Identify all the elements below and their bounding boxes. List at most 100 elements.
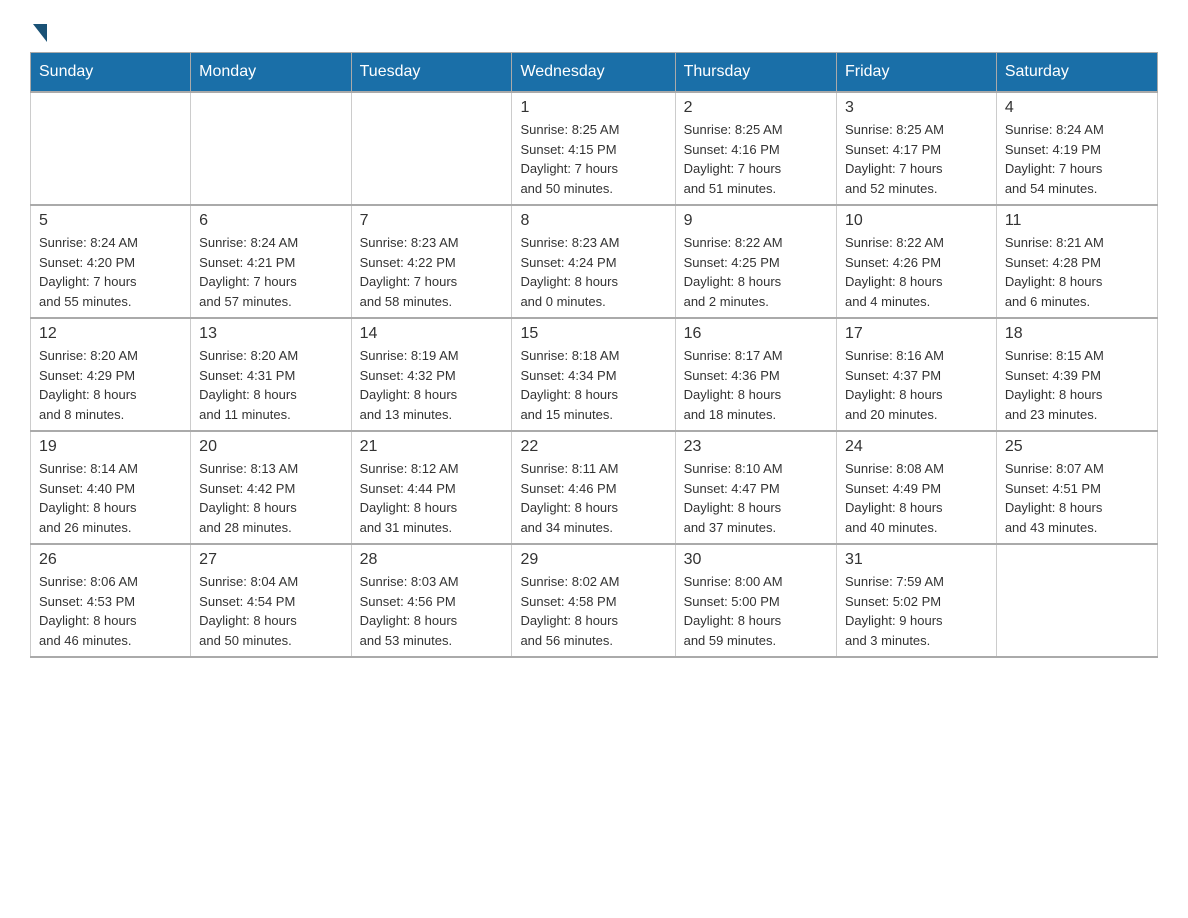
day-info: Sunrise: 8:25 AMSunset: 4:15 PMDaylight:…: [520, 120, 666, 198]
page-header: [30, 20, 1158, 42]
day-number: 26: [39, 551, 182, 569]
day-info: Sunrise: 8:22 AMSunset: 4:25 PMDaylight:…: [684, 233, 828, 311]
calendar-cell: 22Sunrise: 8:11 AMSunset: 4:46 PMDayligh…: [512, 431, 675, 544]
calendar-cell: 24 Sunrise: 8:08 AMSunset: 4:49 PMDayligh…: [837, 431, 997, 544]
calendar-week-row: 26 Sunrise: 8:06 AMSunset: 4:53 PMDayligh…: [31, 544, 1158, 657]
day-number: 22: [520, 438, 666, 456]
day-number: 16: [684, 325, 828, 343]
calendar-cell: 1 Sunrise: 8:25 AMSunset: 4:15 PMDaylight…: [512, 92, 675, 205]
calendar-cell: 5 Sunrise: 8:24 AMSunset: 4:20 PMDaylight…: [31, 205, 191, 318]
day-number: 13: [199, 325, 342, 343]
logo: [30, 20, 47, 42]
day-number: 14: [360, 325, 504, 343]
calendar-cell: 21 Sunrise: 8:12 AMSunset: 4:44 PMDayligh…: [351, 431, 512, 544]
day-number: 24: [845, 438, 988, 456]
calendar-cell: 3 Sunrise: 8:25 AMSunset: 4:17 PMDaylight…: [837, 92, 997, 205]
calendar-week-row: 12 Sunrise: 8:20 AMSunset: 4:29 PMDayligh…: [31, 318, 1158, 431]
calendar-week-row: 19 Sunrise: 8:14 AMSunset: 4:40 PMDayligh…: [31, 431, 1158, 544]
calendar-cell: 12 Sunrise: 8:20 AMSunset: 4:29 PMDayligh…: [31, 318, 191, 431]
calendar-table: SundayMondayTuesdayWednesdayThursdayFrid…: [30, 52, 1158, 658]
calendar-week-row: 5 Sunrise: 8:24 AMSunset: 4:20 PMDaylight…: [31, 205, 1158, 318]
weekday-header-sunday: Sunday: [31, 53, 191, 93]
day-number: 25: [1005, 438, 1149, 456]
calendar-cell: 14 Sunrise: 8:19 AMSunset: 4:32 PMDayligh…: [351, 318, 512, 431]
day-info: Sunrise: 8:07 AMSunset: 4:51 PMDaylight:…: [1005, 459, 1149, 537]
day-number: 11: [1005, 212, 1149, 230]
day-number: 28: [360, 551, 504, 569]
day-info: Sunrise: 8:23 AMSunset: 4:24 PMDaylight:…: [520, 233, 666, 311]
day-number: 31: [845, 551, 988, 569]
day-info: Sunrise: 8:24 AMSunset: 4:19 PMDaylight:…: [1005, 120, 1149, 198]
day-number: 21: [360, 438, 504, 456]
weekday-header-friday: Friday: [837, 53, 997, 93]
day-number: 17: [845, 325, 988, 343]
day-number: 15: [520, 325, 666, 343]
day-number: 5: [39, 212, 182, 230]
day-info: Sunrise: 8:03 AMSunset: 4:56 PMDaylight:…: [360, 572, 504, 650]
day-info: Sunrise: 8:13 AMSunset: 4:42 PMDaylight:…: [199, 459, 342, 537]
calendar-cell: 18 Sunrise: 8:15 AMSunset: 4:39 PMDayligh…: [996, 318, 1157, 431]
weekday-header-monday: Monday: [191, 53, 351, 93]
day-info: Sunrise: 8:02 AMSunset: 4:58 PMDaylight:…: [520, 572, 666, 650]
day-info: Sunrise: 8:14 AMSunset: 4:40 PMDaylight:…: [39, 459, 182, 537]
day-number: 2: [684, 99, 828, 117]
calendar-cell: 8 Sunrise: 8:23 AMSunset: 4:24 PMDaylight…: [512, 205, 675, 318]
day-info: Sunrise: 8:04 AMSunset: 4:54 PMDaylight:…: [199, 572, 342, 650]
calendar-cell: [996, 544, 1157, 657]
day-info: Sunrise: 8:21 AMSunset: 4:28 PMDaylight:…: [1005, 233, 1149, 311]
day-number: 18: [1005, 325, 1149, 343]
day-number: 1: [520, 99, 666, 117]
day-info: Sunrise: 8:24 AMSunset: 4:20 PMDaylight:…: [39, 233, 182, 311]
day-number: 23: [684, 438, 828, 456]
day-number: 27: [199, 551, 342, 569]
day-info: Sunrise: 8:23 AMSunset: 4:22 PMDaylight:…: [360, 233, 504, 311]
calendar-cell: 19 Sunrise: 8:14 AMSunset: 4:40 PMDayligh…: [31, 431, 191, 544]
day-info: Sunrise: 7:59 AMSunset: 5:02 PMDaylight:…: [845, 572, 988, 650]
weekday-header-row: SundayMondayTuesdayWednesdayThursdayFrid…: [31, 53, 1158, 93]
day-info: Sunrise: 8:25 AMSunset: 4:16 PMDaylight:…: [684, 120, 828, 198]
day-number: 8: [520, 212, 666, 230]
day-number: 12: [39, 325, 182, 343]
day-info: Sunrise: 8:18 AMSunset: 4:34 PMDaylight:…: [520, 346, 666, 424]
day-number: 4: [1005, 99, 1149, 117]
day-info: Sunrise: 8:15 AMSunset: 4:39 PMDaylight:…: [1005, 346, 1149, 424]
day-info: Sunrise: 8:25 AMSunset: 4:17 PMDaylight:…: [845, 120, 988, 198]
calendar-cell: 7 Sunrise: 8:23 AMSunset: 4:22 PMDaylight…: [351, 205, 512, 318]
day-info: Sunrise: 8:24 AMSunset: 4:21 PMDaylight:…: [199, 233, 342, 311]
day-info: Sunrise: 8:20 AMSunset: 4:29 PMDaylight:…: [39, 346, 182, 424]
day-info: Sunrise: 8:12 AMSunset: 4:44 PMDaylight:…: [360, 459, 504, 537]
calendar-cell: 10Sunrise: 8:22 AMSunset: 4:26 PMDayligh…: [837, 205, 997, 318]
day-info: Sunrise: 8:17 AMSunset: 4:36 PMDaylight:…: [684, 346, 828, 424]
weekday-header-wednesday: Wednesday: [512, 53, 675, 93]
calendar-cell: 13 Sunrise: 8:20 AMSunset: 4:31 PMDayligh…: [191, 318, 351, 431]
day-info: Sunrise: 8:08 AMSunset: 4:49 PMDaylight:…: [845, 459, 988, 537]
calendar-cell: 31 Sunrise: 7:59 AMSunset: 5:02 PMDayligh…: [837, 544, 997, 657]
calendar-cell: [31, 92, 191, 205]
calendar-cell: 16 Sunrise: 8:17 AMSunset: 4:36 PMDayligh…: [675, 318, 836, 431]
day-number: 6: [199, 212, 342, 230]
day-number: 29: [520, 551, 666, 569]
calendar-cell: 15 Sunrise: 8:18 AMSunset: 4:34 PMDayligh…: [512, 318, 675, 431]
calendar-cell: 17 Sunrise: 8:16 AMSunset: 4:37 PMDayligh…: [837, 318, 997, 431]
calendar-cell: 6 Sunrise: 8:24 AMSunset: 4:21 PMDaylight…: [191, 205, 351, 318]
day-number: 10: [845, 212, 988, 230]
calendar-week-row: 1 Sunrise: 8:25 AMSunset: 4:15 PMDaylight…: [31, 92, 1158, 205]
day-info: Sunrise: 8:20 AMSunset: 4:31 PMDaylight:…: [199, 346, 342, 424]
day-number: 19: [39, 438, 182, 456]
day-info: Sunrise: 8:16 AMSunset: 4:37 PMDaylight:…: [845, 346, 988, 424]
day-number: 7: [360, 212, 504, 230]
calendar-cell: 9 Sunrise: 8:22 AMSunset: 4:25 PMDaylight…: [675, 205, 836, 318]
calendar-cell: 4 Sunrise: 8:24 AMSunset: 4:19 PMDaylight…: [996, 92, 1157, 205]
calendar-cell: 25 Sunrise: 8:07 AMSunset: 4:51 PMDayligh…: [996, 431, 1157, 544]
calendar-cell: [191, 92, 351, 205]
day-info: Sunrise: 8:10 AMSunset: 4:47 PMDaylight:…: [684, 459, 828, 537]
day-info: Sunrise: 8:06 AMSunset: 4:53 PMDaylight:…: [39, 572, 182, 650]
day-info: Sunrise: 8:19 AMSunset: 4:32 PMDaylight:…: [360, 346, 504, 424]
day-number: 9: [684, 212, 828, 230]
calendar-cell: 29 Sunrise: 8:02 AMSunset: 4:58 PMDayligh…: [512, 544, 675, 657]
calendar-cell: 30Sunrise: 8:00 AMSunset: 5:00 PMDayligh…: [675, 544, 836, 657]
calendar-cell: 23 Sunrise: 8:10 AMSunset: 4:47 PMDayligh…: [675, 431, 836, 544]
calendar-cell: [351, 92, 512, 205]
day-number: 3: [845, 99, 988, 117]
calendar-cell: 27 Sunrise: 8:04 AMSunset: 4:54 PMDayligh…: [191, 544, 351, 657]
